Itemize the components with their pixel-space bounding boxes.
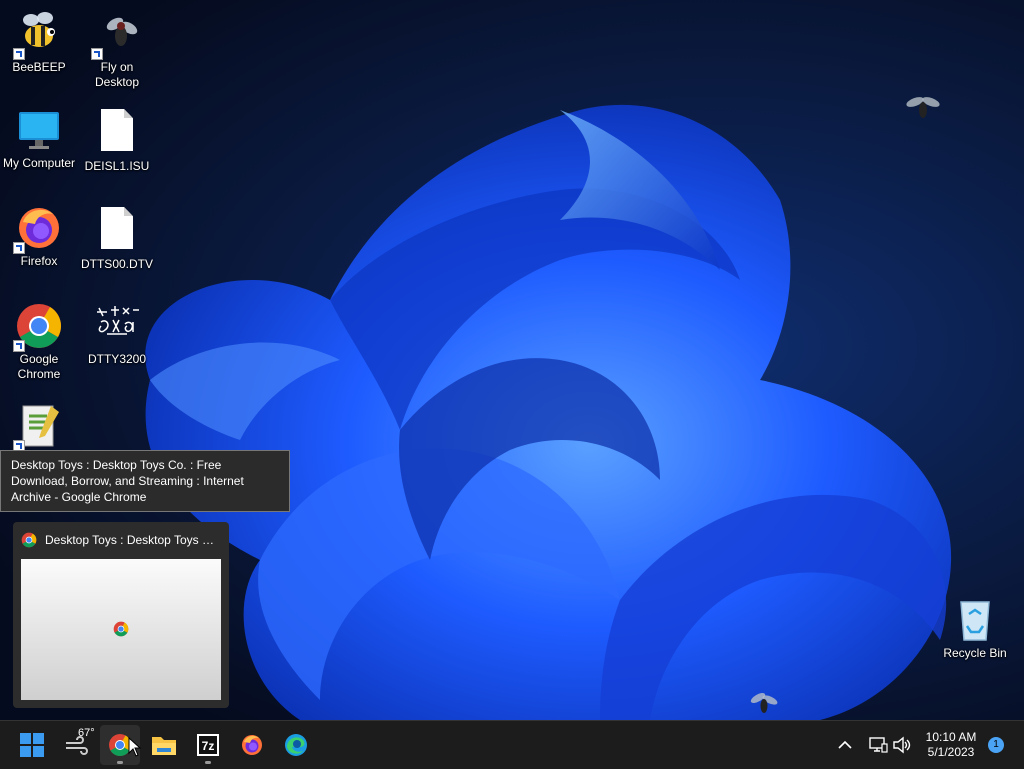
weather-temperature: 67°	[78, 727, 95, 739]
desktop-icon-label: Fly on Desktop	[94, 60, 140, 89]
start-button[interactable]	[12, 725, 52, 765]
desktop-icon-notepad-shortcut[interactable]	[0, 402, 78, 452]
clock-date: 5/1/2023	[927, 745, 975, 759]
mouse-cursor	[128, 737, 142, 757]
fly-icon	[91, 10, 141, 60]
clock-button[interactable]: 10:10 AM 5/1/2023	[920, 725, 982, 765]
taskbar-window-preview[interactable]: Desktop Toys : Desktop Toys Co...	[13, 522, 229, 708]
clock-time: 10:10 AM	[925, 730, 977, 744]
desktop-icon-label: DTTY3200	[87, 352, 147, 366]
taskbar-file-explorer[interactable]	[144, 725, 184, 765]
window-title-tooltip: Desktop Toys : Desktop Toys Co. : Free D…	[0, 450, 290, 512]
shortcut-arrow-icon	[13, 242, 25, 254]
desktop-icon-beebeep[interactable]: BeeBEEP	[0, 10, 78, 75]
seven-zip-icon: 7z	[197, 734, 219, 756]
desktop-icon-label: DTTS00.DTV	[80, 257, 153, 271]
network-icon	[869, 737, 888, 753]
notification-center-button[interactable]: 1	[984, 725, 1008, 765]
chevron-up-icon	[838, 740, 852, 749]
taskbar-edge[interactable]	[276, 725, 316, 765]
preview-header: Desktop Toys : Desktop Toys Co...	[21, 530, 221, 550]
chrome-icon	[21, 532, 37, 548]
monitor-icon	[15, 106, 63, 154]
desktop-icon-label: My Computer	[2, 156, 76, 170]
desktop-icon-label: Firefox	[20, 254, 58, 268]
desktop-icon-dtts00-dtv[interactable]: DTTS00.DTV	[78, 204, 156, 272]
windows-logo-icon	[20, 733, 44, 757]
volume-icon	[893, 736, 911, 754]
fly-sprite	[750, 692, 778, 713]
folder-icon	[152, 737, 176, 755]
firefox-icon	[13, 204, 63, 254]
desktop-icon-google-chrome[interactable]: Google Chrome	[0, 302, 78, 382]
show-hidden-icons-button[interactable]	[826, 725, 864, 765]
shortcut-arrow-icon	[91, 48, 103, 60]
chrome-icon	[13, 302, 63, 352]
fly-sprite	[906, 97, 940, 118]
desktop-icon-label: BeeBEEP	[12, 60, 66, 74]
bee-icon	[13, 10, 63, 60]
svg-text:7z: 7z	[202, 739, 215, 753]
notepad-icon	[13, 402, 63, 452]
firefox-icon	[242, 735, 262, 755]
running-indicator	[205, 761, 211, 764]
desktop-icon-label: Recycle Bin	[943, 646, 1007, 660]
desktop-icon-label: DEISL1.ISU	[84, 159, 150, 173]
desktop-icon-label: Google Chrome	[17, 352, 61, 381]
running-indicator	[117, 761, 123, 764]
desktop-icon-my-computer[interactable]: My Computer	[0, 106, 78, 171]
taskbar-7-zip[interactable]: 7z	[188, 725, 228, 765]
recycle-bin-icon	[951, 596, 999, 644]
notification-badge: 1	[988, 737, 1004, 753]
preview-thumbnail[interactable]	[21, 559, 221, 700]
desktop-toys-icon	[93, 302, 141, 350]
desktop-icon-recycle-bin[interactable]: Recycle Bin	[936, 596, 1014, 661]
preview-title: Desktop Toys : Desktop Toys Co...	[45, 533, 221, 547]
file-icon	[93, 207, 141, 255]
desktop-icon-dtty3200[interactable]: DTTY3200	[78, 302, 156, 367]
shortcut-arrow-icon	[13, 48, 25, 60]
taskbar-firefox[interactable]	[232, 725, 272, 765]
network-volume-button[interactable]	[864, 725, 916, 765]
chrome-icon	[113, 621, 129, 637]
edge-icon	[285, 734, 307, 756]
shortcut-arrow-icon	[13, 340, 25, 352]
taskbar: 67° 7z 10:10 AM 5/1/2023 1	[0, 720, 1024, 769]
desktop-icon-deisl1-isu[interactable]: DEISL1.ISU	[78, 106, 156, 174]
weather-widget-button[interactable]: 67°	[56, 725, 96, 765]
file-icon	[93, 109, 141, 157]
desktop-icon-fly-on-desktop[interactable]: Fly on Desktop	[78, 10, 156, 90]
desktop-icon-firefox[interactable]: Firefox	[0, 204, 78, 269]
